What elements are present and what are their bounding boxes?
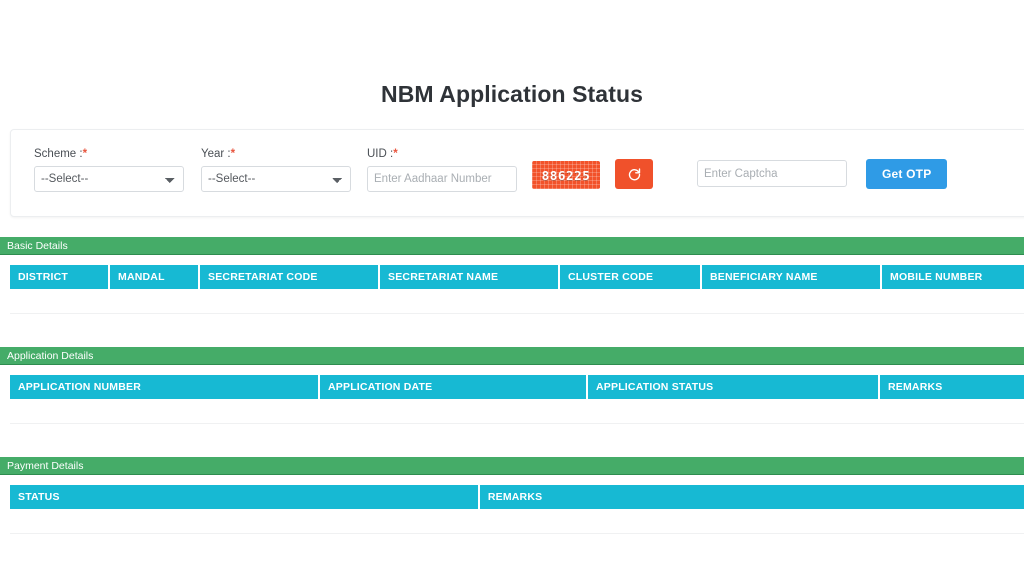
section-payment-details-header: Payment Details	[0, 457, 1024, 475]
section-payment-details: Payment Details STATUS REMARKS	[0, 457, 1024, 534]
column-header-application-remarks: REMARKS	[880, 375, 1024, 399]
column-header-secretariat-code: SECRETARIAT CODE	[200, 265, 378, 289]
uid-field-group: UID :*	[367, 148, 517, 192]
table-row	[10, 399, 1024, 424]
application-details-table-wrap: APPLICATION NUMBER APPLICATION DATE APPL…	[0, 365, 1024, 424]
uid-required-marker: *	[393, 148, 398, 160]
empty-row-cell	[10, 399, 1024, 424]
payment-details-table: STATUS REMARKS	[8, 485, 1024, 534]
basic-details-table-wrap: DISTRICT MANDAL SECRETARIAT CODE SECRETA…	[0, 255, 1024, 314]
section-basic-details: Basic Details DISTRICT MANDAL SECRETARIA…	[0, 237, 1024, 314]
scheme-field-group: Scheme :* --Select--	[34, 148, 184, 192]
year-required-marker: *	[230, 148, 236, 160]
year-label: Year :*	[201, 148, 351, 161]
payment-details-table-wrap: STATUS REMARKS	[0, 475, 1024, 534]
payment-details-header-row: STATUS REMARKS	[10, 485, 1024, 509]
column-header-secretariat-name: SECRETARIAT NAME	[380, 265, 558, 289]
column-header-application-number: APPLICATION NUMBER	[10, 375, 318, 399]
page-title: NBM Application Status	[380, 81, 644, 107]
application-details-body	[10, 399, 1024, 424]
captcha-code-text: 886225	[541, 167, 591, 183]
section-application-details: Application Details APPLICATION NUMBER A…	[0, 347, 1024, 424]
section-application-details-header: Application Details	[0, 347, 1024, 365]
column-header-cluster-code: CLUSTER CODE	[560, 265, 700, 289]
column-header-mandal: MANDAL	[110, 265, 198, 289]
captcha-field-group	[697, 160, 847, 187]
search-form-card: Scheme :* --Select-- Year :* --Select-- …	[10, 129, 1024, 217]
column-header-district: DISTRICT	[10, 265, 108, 289]
column-header-payment-remarks: REMARKS	[479, 485, 1024, 509]
application-details-header-row: APPLICATION NUMBER APPLICATION DATE APPL…	[10, 375, 1024, 399]
basic-details-table: DISTRICT MANDAL SECRETARIAT CODE SECRETA…	[8, 265, 1024, 314]
section-basic-details-header: Basic Details	[0, 237, 1024, 255]
year-select[interactable]: --Select--	[201, 166, 351, 192]
get-otp-button[interactable]: Get OTP	[866, 159, 948, 189]
refresh-icon	[628, 167, 640, 180]
captcha-input[interactable]	[697, 160, 847, 187]
payment-details-body	[10, 509, 1024, 534]
column-header-application-status: APPLICATION STATUS	[588, 375, 878, 399]
search-form-row: Scheme :* --Select-- Year :* --Select-- …	[11, 130, 1024, 216]
captcha-image: 886225	[532, 161, 600, 189]
scheme-select[interactable]: --Select--	[34, 166, 184, 192]
table-row	[10, 289, 1024, 314]
application-details-table: APPLICATION NUMBER APPLICATION DATE APPL…	[8, 375, 1024, 424]
column-header-application-date: APPLICATION DATE	[320, 375, 586, 399]
column-header-beneficiary-name: BENEFICIARY NAME	[702, 265, 880, 289]
uid-label-text: UID :	[367, 148, 394, 160]
scheme-label-text: Scheme :	[34, 148, 83, 160]
basic-details-body	[10, 289, 1024, 314]
uid-input[interactable]	[367, 166, 517, 192]
basic-details-header-row: DISTRICT MANDAL SECRETARIAT CODE SECRETA…	[10, 265, 1024, 289]
column-header-mobile-number: MOBILE NUMBER	[882, 265, 1024, 289]
uid-label: UID :*	[367, 148, 517, 161]
scheme-label: Scheme :*	[34, 148, 184, 161]
table-row	[10, 509, 1024, 534]
application-status-page: NBM Application Status Scheme :* --Selec…	[0, 0, 1024, 576]
captcha-refresh-button[interactable]	[615, 159, 653, 189]
empty-row-cell	[10, 509, 1024, 534]
year-field-group: Year :* --Select--	[201, 148, 351, 192]
column-header-payment-status: STATUS	[10, 485, 478, 509]
empty-row-cell	[10, 289, 1024, 314]
year-label-text: Year :	[201, 148, 231, 160]
scheme-required-marker: *	[82, 148, 88, 160]
